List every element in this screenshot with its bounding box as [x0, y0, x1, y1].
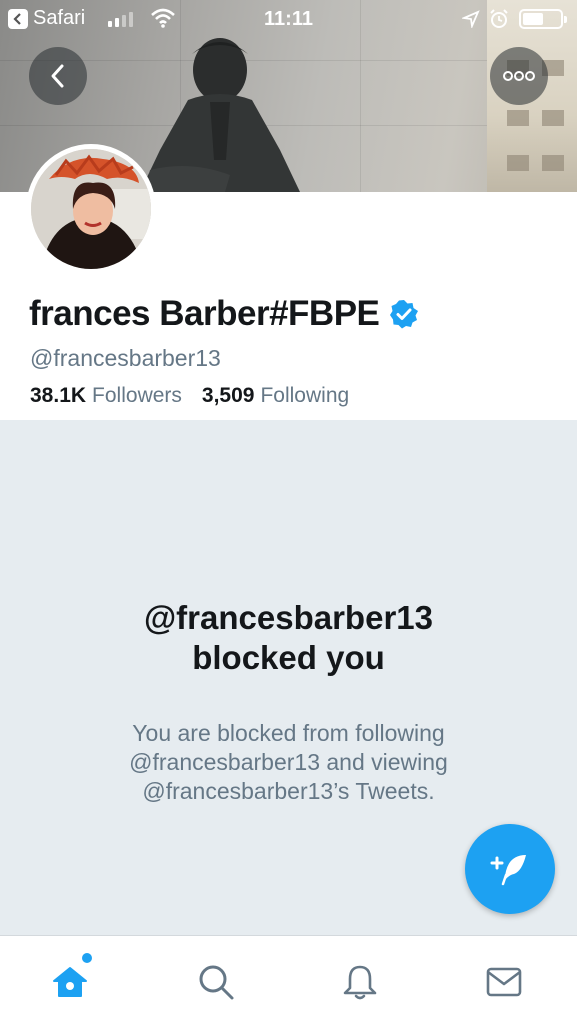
profile-handle: @francesbarber13 [30, 345, 221, 371]
blocked-desc-line1: You are blocked from following [132, 719, 445, 746]
home-new-dot [82, 953, 92, 963]
blocked-title-line2: blocked you [192, 639, 385, 677]
following-link[interactable]: 3,509 Following [202, 384, 349, 408]
search-icon [199, 965, 234, 1000]
banner-statue [140, 38, 300, 192]
blocked-desc-line2: @francesbarber13 and viewing [129, 748, 448, 775]
compose-quill-icon [490, 855, 526, 886]
alarm-icon [490, 9, 508, 28]
more-options-button[interactable] [490, 47, 548, 105]
followers-link[interactable]: 38.1K Followers [30, 384, 182, 408]
chevron-left-icon [51, 64, 64, 88]
location-icon [462, 10, 480, 28]
back-button[interactable] [29, 47, 87, 105]
status-bar: Safari 11:11 [0, 0, 577, 38]
blocked-description: You are blocked from following @francesb… [79, 719, 499, 807]
more-dots-icon [503, 71, 535, 81]
followers-count: 38.1K [30, 384, 87, 407]
following-count: 3,509 [201, 384, 255, 407]
display-name: frances Barber#FBPE [29, 294, 380, 333]
tab-search[interactable] [194, 960, 238, 1004]
blocked-notice: @francesbarber13 blocked you You are blo… [0, 598, 577, 806]
tab-home[interactable] [48, 960, 92, 1004]
blocked-desc-line3: @francesbarber13’s Tweets. [142, 777, 435, 804]
tab-messages[interactable] [482, 960, 526, 1004]
following-label: Following [260, 384, 350, 407]
display-name-row: frances Barber#FBPE [29, 294, 419, 334]
tab-bar [0, 935, 577, 1024]
compose-tweet-button[interactable] [465, 824, 555, 914]
avatar-photo [31, 149, 151, 269]
followers-label: Followers [92, 384, 182, 407]
avatar[interactable] [26, 144, 156, 274]
tab-notifications[interactable] [338, 960, 382, 1004]
profile-stats: 38.1K Followers 3,509 Following [30, 384, 349, 408]
home-icon [53, 967, 87, 997]
verified-badge-icon [390, 300, 419, 329]
mail-icon [486, 967, 522, 997]
blocked-title-line1: @francesbarber13 [144, 599, 433, 636]
battery-icon [519, 9, 567, 29]
bell-icon [343, 965, 377, 1000]
blocked-title: @francesbarber13 blocked you [0, 598, 577, 679]
